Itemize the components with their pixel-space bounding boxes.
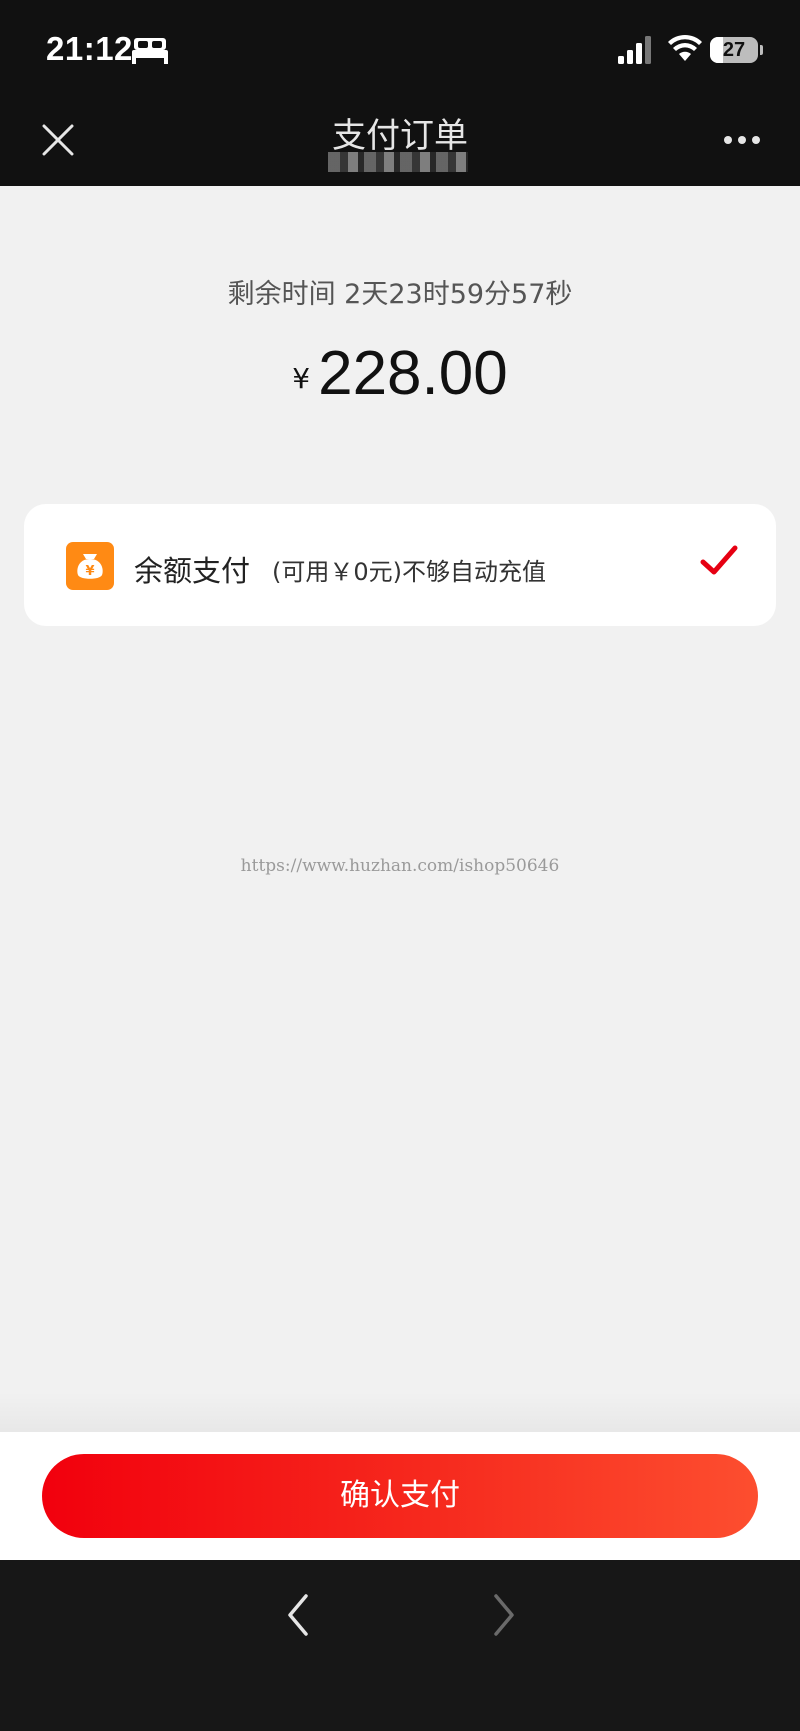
status-bar: 21:12 27 xyxy=(0,0,800,100)
wifi-icon xyxy=(668,34,702,61)
battery-icon: 27 xyxy=(710,37,758,63)
browser-toolbar xyxy=(0,1560,800,1731)
battery-level: 27 xyxy=(722,39,746,61)
more-icon[interactable] xyxy=(720,128,764,152)
watermark-url: https://www.huzhan.com/ishop50646 xyxy=(240,856,560,876)
bottom-action-bar: 确认支付 xyxy=(0,1432,800,1560)
wallet-icon: ¥ xyxy=(66,542,114,590)
bottom-shadow xyxy=(0,1392,800,1432)
remaining-time: 剩余时间 2天23时59分57秒 xyxy=(227,279,573,310)
page-subtitle-redacted xyxy=(328,152,468,172)
chevron-left-icon[interactable] xyxy=(280,1590,316,1640)
payment-method-note: (可用￥0元)不够自动充值 xyxy=(272,558,546,586)
svg-text:¥: ¥ xyxy=(85,564,94,579)
nav-bar: 支付订单 xyxy=(0,100,800,186)
chevron-right-icon[interactable] xyxy=(486,1590,522,1640)
payment-method-label: 余额支付 xyxy=(134,554,251,588)
bed-icon xyxy=(132,38,168,64)
check-icon xyxy=(700,545,738,575)
payment-method-balance[interactable]: ¥ 余额支付 (可用￥0元)不够自动充值 xyxy=(24,504,776,626)
amount-value: 228.00 xyxy=(318,339,508,408)
page-title: 支付订单 xyxy=(332,116,468,156)
confirm-payment-button[interactable]: 确认支付 xyxy=(42,1454,758,1538)
currency-symbol: ¥ xyxy=(292,362,311,395)
order-amount: ¥228.00 xyxy=(0,338,800,409)
status-time: 21:12 xyxy=(46,30,133,67)
battery-tip xyxy=(760,45,763,55)
signal-icon xyxy=(618,36,651,64)
